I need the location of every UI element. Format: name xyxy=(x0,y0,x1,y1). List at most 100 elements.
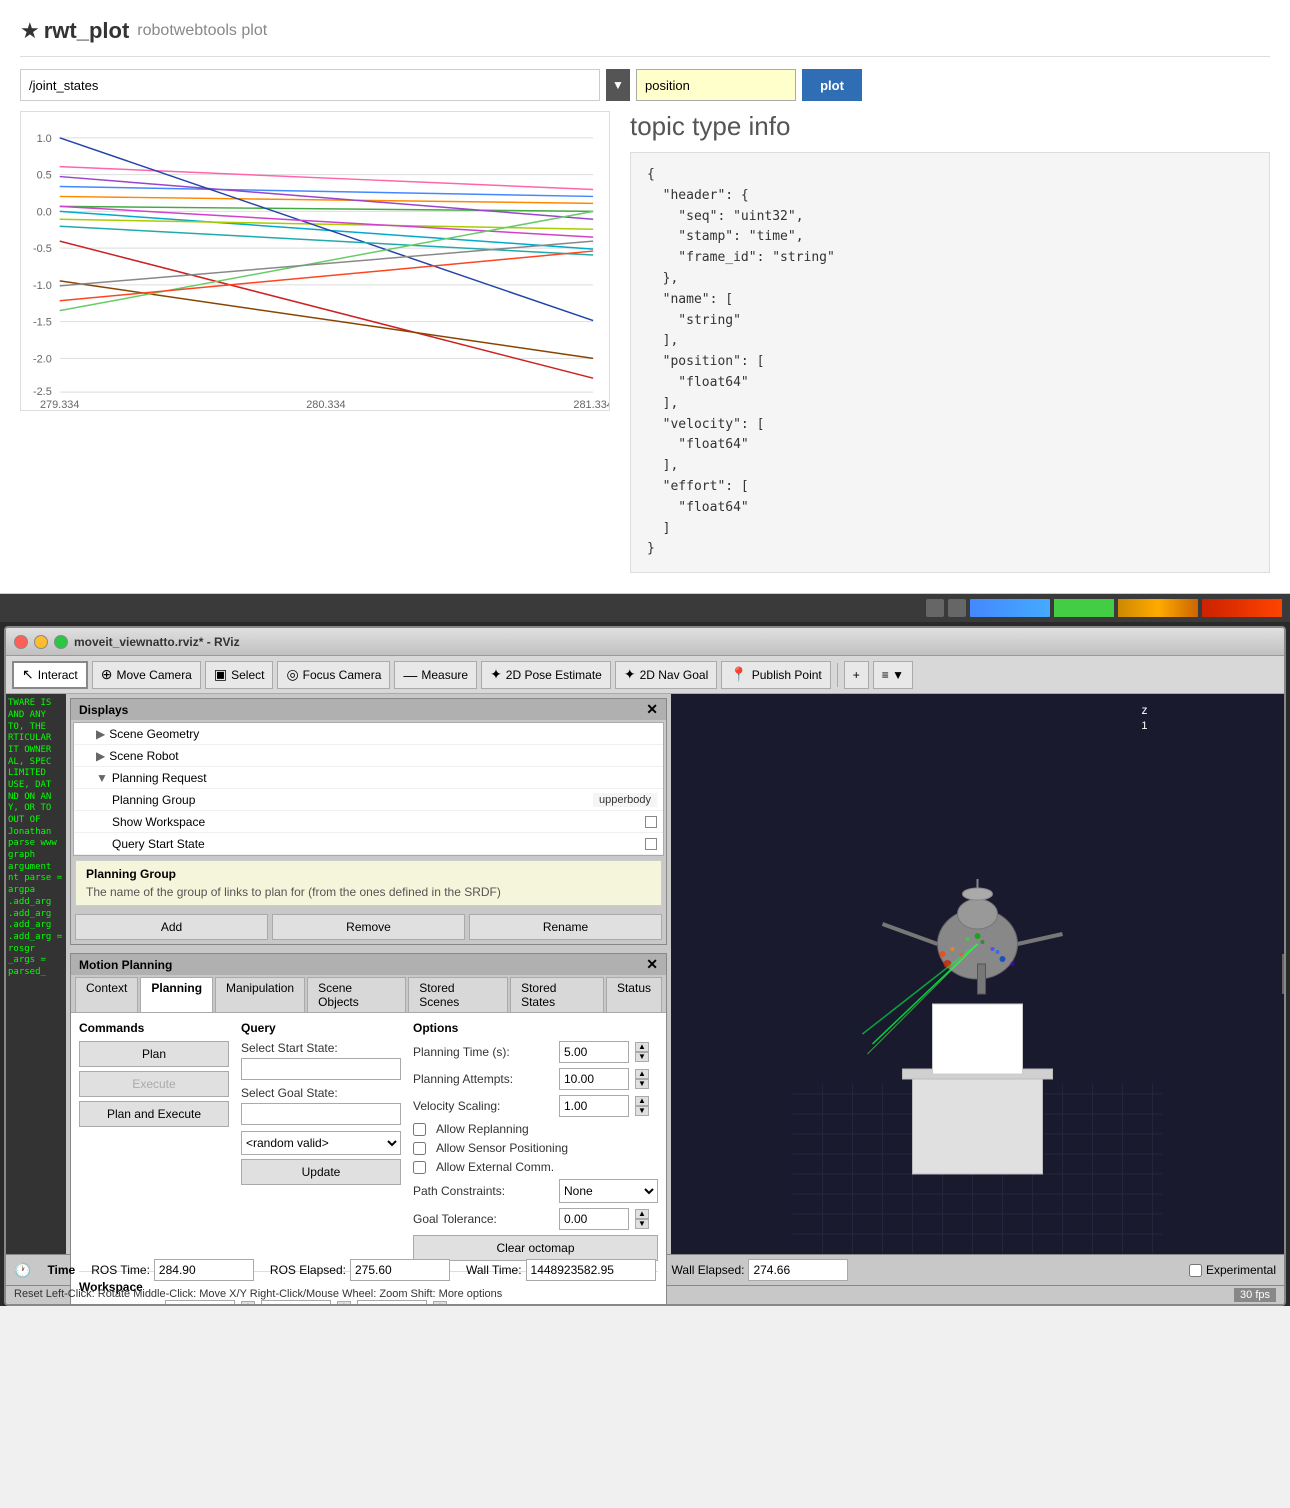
planning-attempts-input[interactable] xyxy=(559,1068,629,1090)
interact-btn[interactable]: ↖ Interact xyxy=(12,661,88,689)
select-btn[interactable]: ▣ Select xyxy=(205,661,274,689)
allow-replanning-row: Allow Replanning xyxy=(413,1122,658,1136)
publish-point-btn[interactable]: 📍 Publish Point xyxy=(721,661,830,689)
tab-scene-objects[interactable]: Scene Objects xyxy=(307,977,406,1012)
planning-time-down[interactable]: ▼ xyxy=(635,1052,649,1062)
goal-tolerance-input[interactable] xyxy=(559,1208,629,1230)
status-help-text: Reset Left-Click: Rotate Middle-Click: M… xyxy=(14,1288,502,1302)
planning-group-label: Planning Group xyxy=(112,793,593,807)
app-header: ★ rwt_plot robotwebtools plot xyxy=(20,10,1270,57)
planning-time-spinner: ▲ ▼ xyxy=(635,1042,649,1062)
planning-time-label: Planning Time (s): xyxy=(413,1045,553,1059)
rviz-middle-panel: Displays ✕ ▶ Scene Geometry ▶ Scene Robo… xyxy=(66,694,671,1254)
motion-planning-tabs: Context Planning Manipulation Scene Obje… xyxy=(71,975,666,1013)
goal-tol-up[interactable]: ▲ xyxy=(635,1209,649,1219)
plot-button[interactable]: plot xyxy=(802,69,862,101)
ros-time-field: ROS Time: xyxy=(91,1259,254,1281)
pose-estimate-label: 2D Pose Estimate xyxy=(506,668,602,682)
path-constraints-select[interactable]: None xyxy=(559,1179,658,1203)
plan-execute-btn[interactable]: Plan and Execute xyxy=(79,1101,229,1127)
measure-btn[interactable]: — Measure xyxy=(394,661,477,689)
rviz-3d-view[interactable]: ◀ xyxy=(671,694,1284,1254)
planning-time-input[interactable] xyxy=(559,1041,629,1063)
ros-elapsed-input[interactable] xyxy=(350,1259,450,1281)
move-camera-label: Move Camera xyxy=(117,668,192,682)
allow-external-checkbox[interactable] xyxy=(413,1161,426,1174)
mini-chart-green xyxy=(1054,599,1114,617)
show-workspace-checkbox[interactable] xyxy=(645,816,657,828)
pose-estimate-btn[interactable]: ✦ 2D Pose Estimate xyxy=(481,661,611,689)
velocity-scaling-down[interactable]: ▼ xyxy=(635,1106,649,1116)
planning-time-up[interactable]: ▲ xyxy=(635,1042,649,1052)
update-btn[interactable]: Update xyxy=(241,1159,401,1185)
display-action-buttons: Add Remove Rename xyxy=(71,910,666,944)
start-state-input[interactable] xyxy=(241,1058,401,1080)
planning-attempts-down[interactable]: ▼ xyxy=(635,1079,649,1089)
tab-status[interactable]: Status xyxy=(606,977,662,1012)
goal-tol-down[interactable]: ▼ xyxy=(635,1219,649,1229)
planning-request-arrow: ▼ xyxy=(96,771,108,785)
measure-label: Measure xyxy=(421,668,468,682)
wall-elapsed-input[interactable] xyxy=(748,1259,848,1281)
tab-planning[interactable]: Planning xyxy=(140,977,213,1012)
rviz-toolbar: ↖ Interact ⊕ Move Camera ▣ Select ◎ Focu… xyxy=(6,656,1284,694)
topic-input[interactable] xyxy=(20,69,600,101)
velocity-scaling-row: Velocity Scaling: ▲ ▼ xyxy=(413,1095,658,1117)
select-icon: ▣ xyxy=(214,666,227,683)
rename-display-btn[interactable]: Rename xyxy=(469,914,662,940)
displays-close-btn[interactable]: ✕ xyxy=(646,701,658,718)
move-camera-btn[interactable]: ⊕ Move Camera xyxy=(92,661,201,689)
toolbar-settings-btn[interactable]: ≡ ▼ xyxy=(873,661,913,689)
execute-btn[interactable]: Execute xyxy=(79,1071,229,1097)
svg-text:0.5: 0.5 xyxy=(37,170,52,182)
planning-request-label: Planning Request xyxy=(112,771,657,785)
motion-columns: Commands Plan Execute Plan and Execute Q… xyxy=(79,1021,658,1261)
ros-time-input[interactable] xyxy=(154,1259,254,1281)
experimental-checkbox[interactable] xyxy=(1189,1264,1202,1277)
display-row-planning-group[interactable]: Planning Group upperbody xyxy=(74,789,663,811)
goal-state-input[interactable] xyxy=(241,1103,401,1125)
collapse-panel-btn[interactable]: ◀ xyxy=(1282,954,1284,994)
cursor-icon: ↖ xyxy=(22,666,34,683)
maximize-window-btn[interactable] xyxy=(54,635,68,649)
field-input[interactable] xyxy=(636,69,796,101)
close-window-btn[interactable] xyxy=(14,635,28,649)
velocity-scaling-up[interactable]: ▲ xyxy=(635,1096,649,1106)
allow-replanning-checkbox[interactable] xyxy=(413,1123,426,1136)
query-start-label: Query Start State xyxy=(112,837,641,851)
plot-area: 1.0 0.5 0.0 -0.5 -1.0 -1.5 -2.0 -2.5 279… xyxy=(20,111,1270,573)
svg-text:0.0: 0.0 xyxy=(37,206,52,218)
displays-panel: Displays ✕ ▶ Scene Geometry ▶ Scene Robo… xyxy=(70,698,667,945)
focus-camera-btn[interactable]: ◎ Focus Camera xyxy=(277,661,390,689)
query-start-checkbox[interactable] xyxy=(645,838,657,850)
nav-goal-label: 2D Nav Goal xyxy=(640,668,709,682)
clear-octomap-btn[interactable]: Clear octomap xyxy=(413,1235,658,1261)
plan-btn[interactable]: Plan xyxy=(79,1041,229,1067)
allow-sensor-checkbox[interactable] xyxy=(413,1142,426,1155)
tab-manipulation[interactable]: Manipulation xyxy=(215,977,305,1012)
planning-time-row: Planning Time (s): ▲ ▼ xyxy=(413,1041,658,1063)
tab-stored-scenes[interactable]: Stored Scenes xyxy=(408,977,508,1012)
topic-dropdown-btn[interactable]: ▼ xyxy=(606,69,630,101)
svg-text:279.334: 279.334 xyxy=(40,399,79,410)
tab-stored-states[interactable]: Stored States xyxy=(510,977,604,1012)
planning-attempts-row: Planning Attempts: ▲ ▼ xyxy=(413,1068,658,1090)
planning-attempts-up[interactable]: ▲ xyxy=(635,1069,649,1079)
time-label: Time xyxy=(47,1263,75,1277)
tab-context[interactable]: Context xyxy=(75,977,138,1012)
nav-goal-btn[interactable]: ✦ 2D Nav Goal xyxy=(615,661,717,689)
motion-panel-close-btn[interactable]: ✕ xyxy=(646,956,658,973)
velocity-scaling-input[interactable] xyxy=(559,1095,629,1117)
display-row-show-workspace[interactable]: Show Workspace xyxy=(74,811,663,833)
random-valid-select[interactable]: <random valid> xyxy=(241,1131,401,1155)
goal-state-label: Select Goal State: xyxy=(241,1086,401,1100)
remove-display-btn[interactable]: Remove xyxy=(272,914,465,940)
mini-chart-yellow xyxy=(1118,599,1198,617)
toolbar-separator xyxy=(837,663,838,687)
display-row-query-start-state[interactable]: Query Start State xyxy=(74,833,663,855)
add-display-btn[interactable]: Add xyxy=(75,914,268,940)
wall-time-input[interactable] xyxy=(526,1259,656,1281)
minimize-window-btn[interactable] xyxy=(34,635,48,649)
goal-tolerance-label: Goal Tolerance: xyxy=(413,1212,553,1226)
add-toolbar-btn[interactable]: + xyxy=(844,661,869,689)
